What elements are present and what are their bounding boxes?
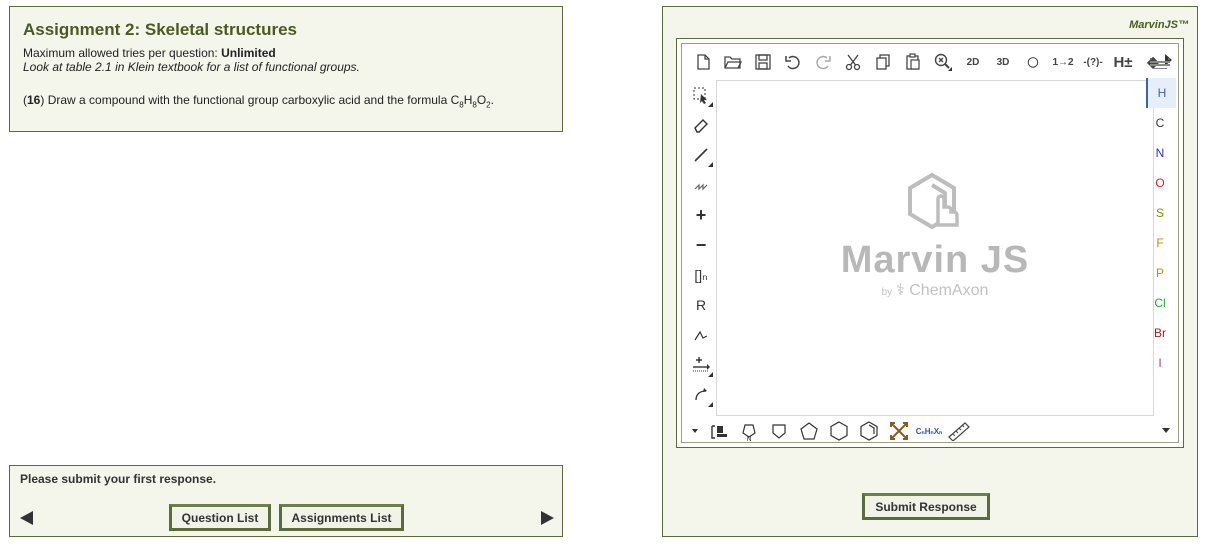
bottom-right-dropdown-icon[interactable] — [1162, 428, 1170, 433]
left-toolbar: + − []ₙ R — [686, 80, 716, 410]
marvin-logo-title: Marvin JS — [840, 239, 1030, 281]
formula-o: O — [476, 93, 487, 107]
marvin-logo-byline: by ⚕ ChemAxon — [717, 280, 1153, 300]
assignment-title: Assignment 2: Skeletal structures — [23, 20, 297, 39]
tries-label: Maximum allowed tries per question: — [23, 46, 222, 60]
element-button-p[interactable]: P — [1146, 258, 1174, 288]
3d-view-icon[interactable]: ◯ — [1018, 48, 1048, 76]
marvin-logo: Marvin JS by ⚕ ChemAxon — [717, 171, 1153, 300]
select-tool-icon[interactable] — [686, 80, 716, 110]
element-button-br[interactable]: Br — [1146, 318, 1174, 348]
element-button-f[interactable]: F — [1146, 228, 1174, 258]
new-document-icon[interactable] — [688, 48, 718, 76]
assignments-list-button[interactable]: Assignments List — [279, 504, 404, 531]
electron-flow-tool-icon[interactable] — [686, 380, 716, 410]
element-button-c[interactable]: C — [1146, 108, 1174, 138]
cyclobutane-template-icon[interactable] — [764, 419, 794, 443]
open-folder-icon[interactable] — [718, 48, 748, 76]
element-button-o[interactable]: O — [1146, 168, 1174, 198]
paste-icon[interactable] — [898, 48, 928, 76]
reaction-numbering-icon[interactable]: 1→2 — [1048, 48, 1078, 76]
bracket-tool-icon[interactable]: []ₙ — [686, 260, 716, 290]
logo-by: by — [881, 287, 893, 298]
element-button-cl[interactable]: Cl — [1146, 288, 1174, 318]
hint-text: Look at table 2.1 in Klein textbook for … — [23, 60, 360, 74]
submission-panel: Please submit your first response. Quest… — [9, 465, 563, 537]
marvin-hexagon-hand-icon — [908, 172, 959, 230]
bond-tool-icon[interactable] — [686, 140, 716, 170]
undo-icon[interactable] — [778, 48, 808, 76]
question-number: 16 — [27, 93, 41, 107]
formula-period: . — [490, 93, 494, 107]
drawing-canvas[interactable]: Marvin JS by ⚕ ChemAxon — [716, 80, 1154, 416]
marvin-editor: 2D 3D ◯ 1→2 -(?)- H± ◆ + − []ₙ R — [681, 43, 1179, 443]
erase-tool-icon[interactable] — [686, 110, 716, 140]
element-button-h[interactable]: H — [1146, 78, 1176, 108]
cyclohexane-template-icon[interactable] — [824, 419, 854, 443]
template-group-dropdown-icon[interactable] — [686, 419, 704, 443]
tries-value: Unlimited — [221, 46, 276, 60]
element-button-n[interactable]: N — [1146, 138, 1174, 168]
pyrrole-template-icon[interactable]: N — [734, 419, 764, 443]
transform-tool-icon[interactable] — [884, 419, 914, 443]
charge-plus-icon[interactable]: + — [686, 200, 716, 230]
redo-icon[interactable] — [808, 48, 838, 76]
ruler-tool-icon[interactable] — [944, 419, 974, 443]
flask-icon: ⚕ — [896, 282, 905, 299]
save-icon[interactable] — [748, 48, 778, 76]
clean-3d-icon[interactable]: 3D — [988, 48, 1018, 76]
submit-response-button[interactable]: Submit Response — [862, 493, 990, 520]
question-body: Draw a compound with the functional grou… — [44, 93, 460, 107]
charge-minus-icon[interactable]: − — [686, 230, 716, 260]
marvin-panel: MarvinJS™ 2D 3D ◯ 1→2 -(?)- H± ◆ — [662, 6, 1198, 537]
cyclopentane-template-icon[interactable] — [794, 419, 824, 443]
zoom-icon[interactable] — [928, 48, 958, 76]
top-toolbar: 2D 3D ◯ 1→2 -(?)- H± ◆ — [688, 47, 1168, 77]
formula-tool-icon[interactable]: CₙHₙXₙ — [914, 419, 944, 443]
marvin-label: MarvinJS™ — [1129, 19, 1189, 31]
template-library-icon[interactable] — [704, 419, 734, 443]
submission-status: Please submit your first response. — [20, 472, 217, 486]
clean-2d-icon[interactable]: 2D — [958, 48, 988, 76]
copy-icon[interactable] — [868, 48, 898, 76]
query-icon[interactable]: -(?)- — [1078, 48, 1108, 76]
periodic-table-icon[interactable] — [1146, 48, 1174, 78]
editor-frame: 2D 3D ◯ 1→2 -(?)- H± ◆ + − []ₙ R — [676, 38, 1184, 448]
previous-arrow-icon[interactable] — [20, 511, 33, 525]
add-hydrogens-icon[interactable]: H± — [1108, 48, 1138, 76]
chain-tool-icon[interactable] — [686, 170, 716, 200]
next-arrow-icon[interactable] — [541, 511, 554, 525]
r-group-tool-icon[interactable]: R — [686, 290, 716, 320]
assignment-panel: Assignment 2: Skeletal structures Maximu… — [9, 6, 563, 132]
attachment-tool-icon[interactable] — [686, 320, 716, 350]
cut-icon[interactable] — [838, 48, 868, 76]
question-list-button[interactable]: Question List — [169, 504, 271, 531]
logo-company: ChemAxon — [909, 282, 989, 299]
bottom-toolbar: N CₙHₙXₙ — [686, 418, 974, 444]
reaction-arrow-tool-icon[interactable] — [686, 350, 716, 380]
element-button-s[interactable]: S — [1146, 198, 1174, 228]
tries-line: Maximum allowed tries per question: Unli… — [23, 46, 549, 60]
element-button-i[interactable]: I — [1146, 348, 1174, 378]
element-list: H C N O S F P Cl Br I — [1146, 78, 1176, 378]
question-text: (16) Draw a compound with the functional… — [23, 93, 494, 110]
svg-text:N: N — [747, 437, 751, 441]
element-toolbar: H C N O S F P Cl Br I — [1146, 48, 1176, 378]
benzene-template-icon[interactable] — [854, 419, 884, 443]
